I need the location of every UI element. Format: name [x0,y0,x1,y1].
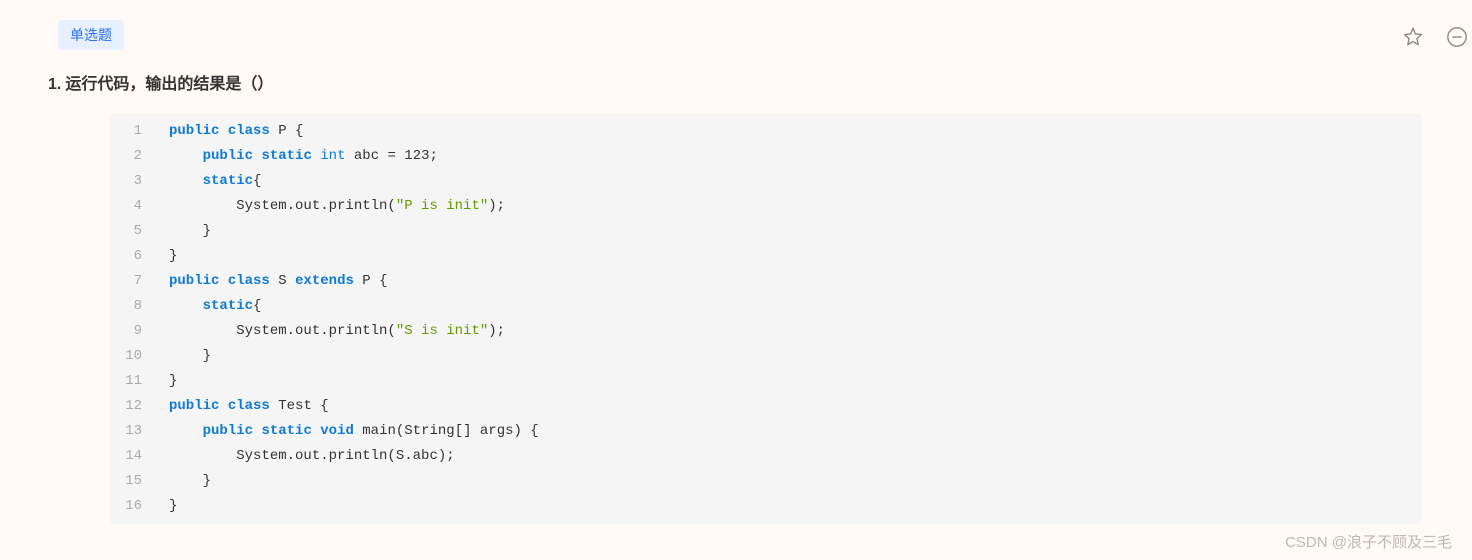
code-line: System.out.println("S is init"); [169,319,1402,344]
question-text: 运行代码，输出的结果是（） [65,70,273,94]
line-number: 1 [118,119,142,144]
code-line: static{ [169,169,1402,194]
line-number: 10 [118,344,142,369]
watermark: CSDN @浪子不顾及三毛 [1285,531,1452,552]
code-line: } [169,219,1402,244]
code-block: 12345678910111213141516 public class P {… [110,114,1422,524]
question-type-tag: 单选题 [58,20,124,50]
line-number: 7 [118,269,142,294]
code-line: public static int abc = 123; [169,144,1402,169]
line-number: 8 [118,294,142,319]
code-line: System.out.println(S.abc); [169,444,1402,469]
code-content: public class P { public static int abc =… [154,114,1422,524]
line-number: 13 [118,419,142,444]
code-line: public class P { [169,119,1402,144]
code-line: static{ [169,294,1402,319]
top-icons [1402,26,1452,48]
code-line: public class Test { [169,394,1402,419]
line-number: 5 [118,219,142,244]
code-line: System.out.println("P is init"); [169,194,1402,219]
line-number: 11 [118,369,142,394]
line-number: 6 [118,244,142,269]
code-line: public class S extends P { [169,269,1402,294]
question-number: 1. [48,76,61,94]
line-number: 14 [118,444,142,469]
line-number: 15 [118,469,142,494]
question-title: 1. 运行代码，输出的结果是（） [48,70,1432,94]
code-line: } [169,469,1402,494]
code-line: } [169,494,1402,519]
line-number: 4 [118,194,142,219]
star-icon[interactable] [1402,26,1424,48]
code-line: } [169,369,1402,394]
code-line: } [169,344,1402,369]
code-line: public static void main(String[] args) { [169,419,1402,444]
minus-circle-icon[interactable] [1446,26,1468,48]
code-gutter: 12345678910111213141516 [110,114,154,524]
line-number: 12 [118,394,142,419]
line-number: 9 [118,319,142,344]
line-number: 16 [118,494,142,519]
code-line: } [169,244,1402,269]
line-number: 3 [118,169,142,194]
line-number: 2 [118,144,142,169]
